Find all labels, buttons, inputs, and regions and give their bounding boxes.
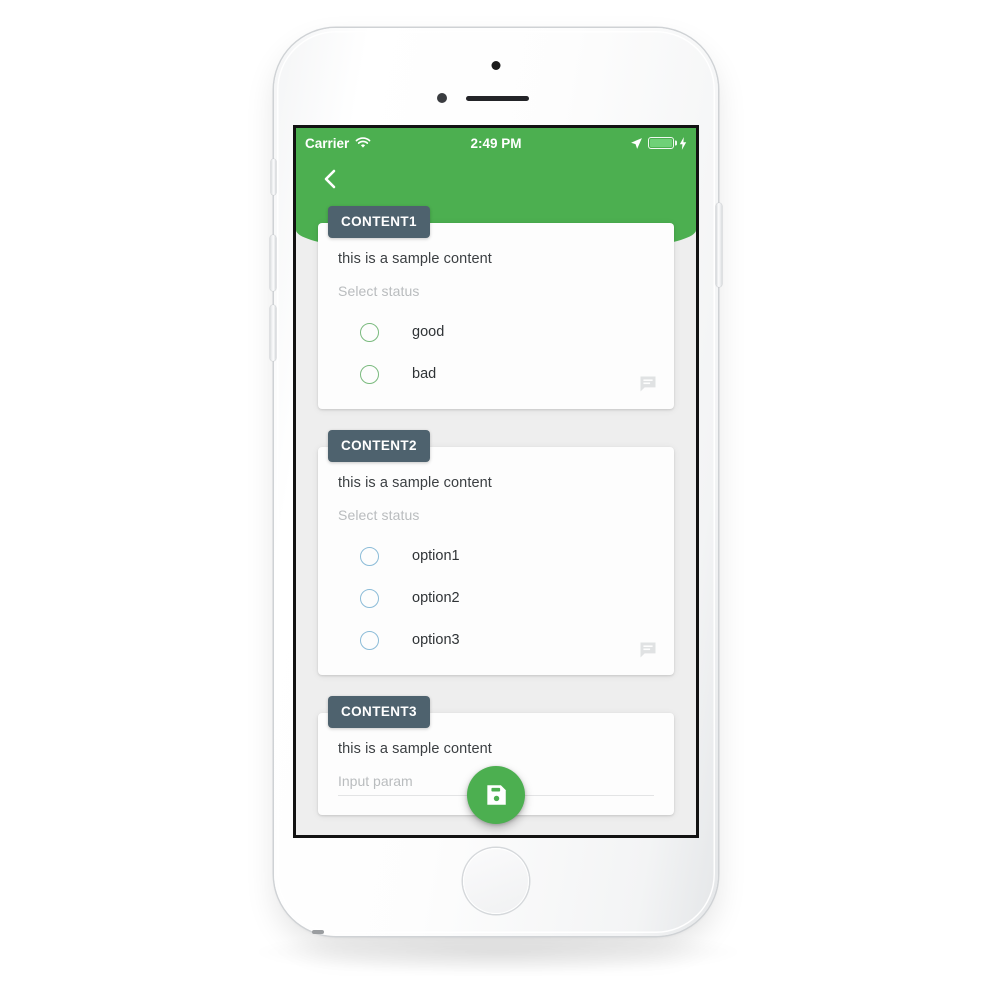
radio-label-option1: option1 xyxy=(412,548,460,564)
comment-button[interactable] xyxy=(638,640,658,665)
card-content-text: this is a sample content xyxy=(338,741,492,757)
card-badge: CONTENT3 xyxy=(328,696,430,728)
ios-status-bar: Carrier 2:49 PM xyxy=(296,128,696,158)
comment-button[interactable] xyxy=(638,374,658,399)
card-field-label: Select status xyxy=(338,283,420,299)
radio-option-row[interactable]: option3 xyxy=(338,619,654,661)
earpiece-speaker xyxy=(466,96,529,101)
radio-button-good[interactable] xyxy=(360,322,379,342)
card-content-text: this is a sample content xyxy=(338,251,492,267)
chevron-left-icon xyxy=(324,169,336,189)
radio-button-option1[interactable] xyxy=(360,546,379,566)
screenshot-stage: CONTENT1 this is a sample content Select… xyxy=(0,0,1000,1000)
carrier-label: Carrier xyxy=(305,135,350,151)
radio-label-option3: option3 xyxy=(412,632,460,648)
proximity-sensor-icon xyxy=(437,93,447,103)
radio-label-option2: option2 xyxy=(412,590,460,606)
status-bar-left: Carrier xyxy=(305,136,371,151)
phone-screen: CONTENT1 this is a sample content Select… xyxy=(296,128,696,835)
phone-drop-shadow xyxy=(258,930,738,974)
card-body: this is a sample content Select status g… xyxy=(318,223,674,409)
radio-option-row[interactable]: bad xyxy=(338,353,654,395)
card-badge: CONTENT2 xyxy=(328,430,430,462)
app-scroll-body[interactable]: CONTENT1 this is a sample content Select… xyxy=(296,128,696,835)
volume-up-button[interactable] xyxy=(270,235,276,291)
bottom-microphone xyxy=(312,930,324,934)
radio-button-bad[interactable] xyxy=(360,364,379,384)
volume-down-button[interactable] xyxy=(270,305,276,361)
battery-fill xyxy=(650,139,672,147)
radio-label-bad: bad xyxy=(412,366,437,382)
radio-option-row[interactable]: option2 xyxy=(338,577,654,619)
lightning-bolt-icon xyxy=(679,136,687,150)
power-button[interactable] xyxy=(716,203,722,287)
comment-icon xyxy=(640,642,656,658)
comment-icon xyxy=(640,376,656,392)
card-content-text: this is a sample content xyxy=(338,475,492,491)
radio-button-option3[interactable] xyxy=(360,630,379,650)
battery-icon xyxy=(648,137,674,149)
card-body: this is a sample content Select status o… xyxy=(318,447,674,675)
silent-switch-button[interactable] xyxy=(271,159,276,195)
card-field-label: Select status xyxy=(338,507,420,523)
location-arrow-icon xyxy=(631,137,642,149)
phone-device-frame: CONTENT1 this is a sample content Select… xyxy=(270,28,722,936)
card-content1: CONTENT1 this is a sample content Select… xyxy=(318,206,674,409)
back-button[interactable] xyxy=(316,166,342,192)
radio-option-row[interactable]: option1 xyxy=(338,535,654,577)
radio-button-option2[interactable] xyxy=(360,588,379,608)
save-fab-button[interactable] xyxy=(467,766,525,824)
radio-option-row[interactable]: good xyxy=(338,311,654,353)
card-content2: CONTENT2 this is a sample content Select… xyxy=(318,430,674,675)
card-badge: CONTENT1 xyxy=(328,206,430,238)
radio-label-good: good xyxy=(412,324,445,340)
front-camera-icon xyxy=(491,61,501,70)
status-bar-right xyxy=(630,136,687,150)
save-floppy-icon xyxy=(487,785,506,805)
home-button[interactable] xyxy=(463,848,529,914)
wifi-icon xyxy=(355,137,371,148)
